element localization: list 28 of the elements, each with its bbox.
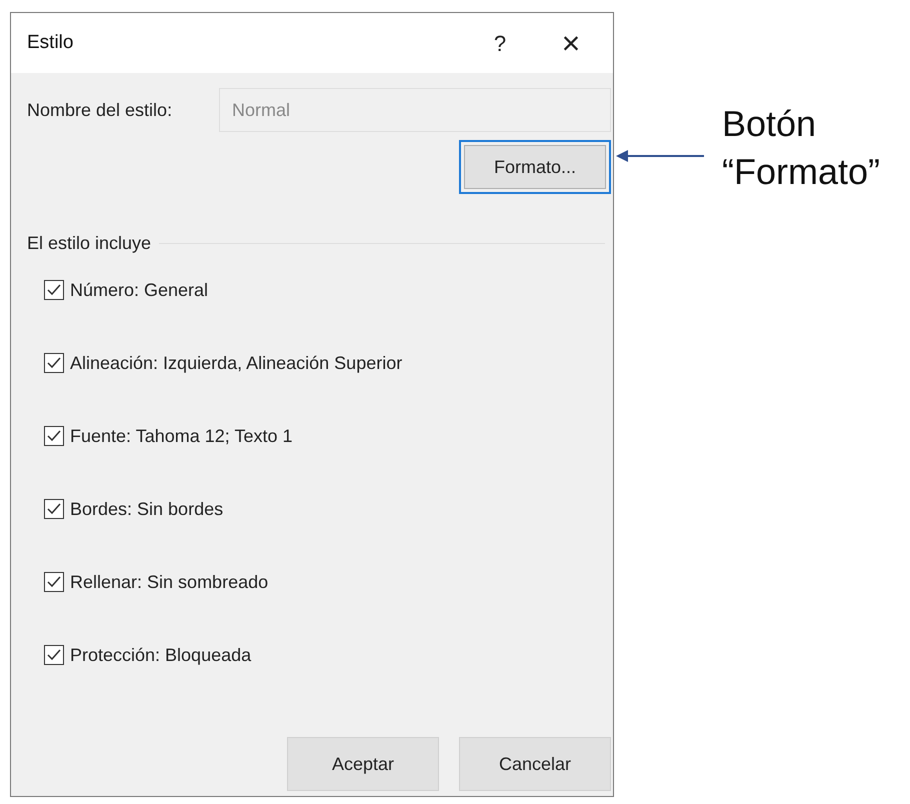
checkbox[interactable] xyxy=(44,499,64,519)
checkbox-label: Protección: Bloqueada xyxy=(70,644,252,667)
annotation-text: “Formato” xyxy=(722,150,880,194)
check-icon xyxy=(46,647,62,663)
checkbox[interactable] xyxy=(44,645,64,665)
check-icon xyxy=(46,282,62,298)
checkbox-label: Fuente: Tahoma 12; Texto 1 xyxy=(70,424,292,448)
help-button[interactable]: ? xyxy=(475,26,525,60)
window-title: Estilo xyxy=(27,30,74,55)
checkbox-label: Bordes: Sin bordes xyxy=(70,498,224,520)
check-icon xyxy=(46,428,62,444)
field-label: Nombre del estilo: xyxy=(27,98,174,122)
checkbox-label: Número: General xyxy=(70,278,208,302)
checkbox[interactable] xyxy=(44,280,64,300)
check-icon xyxy=(46,501,62,517)
checkbox[interactable] xyxy=(44,353,64,373)
checkbox[interactable] xyxy=(44,572,64,592)
close-button[interactable]: × xyxy=(541,27,601,59)
cancel-button[interactable]: Cancelar xyxy=(459,737,611,791)
check-icon xyxy=(46,574,62,590)
ok-button[interactable]: Aceptar xyxy=(287,737,439,791)
format-button[interactable]: Formato... xyxy=(459,140,611,194)
checkbox-label: Alineación: Izquierda, Alineación Superior xyxy=(70,352,402,375)
annotation-text: Botón xyxy=(722,102,818,146)
checkbox-label: Rellenar: Sin sombreado xyxy=(70,570,268,594)
checkbox[interactable] xyxy=(44,426,64,446)
check-icon xyxy=(46,355,62,371)
group-label: El estilo incluye xyxy=(27,232,152,255)
